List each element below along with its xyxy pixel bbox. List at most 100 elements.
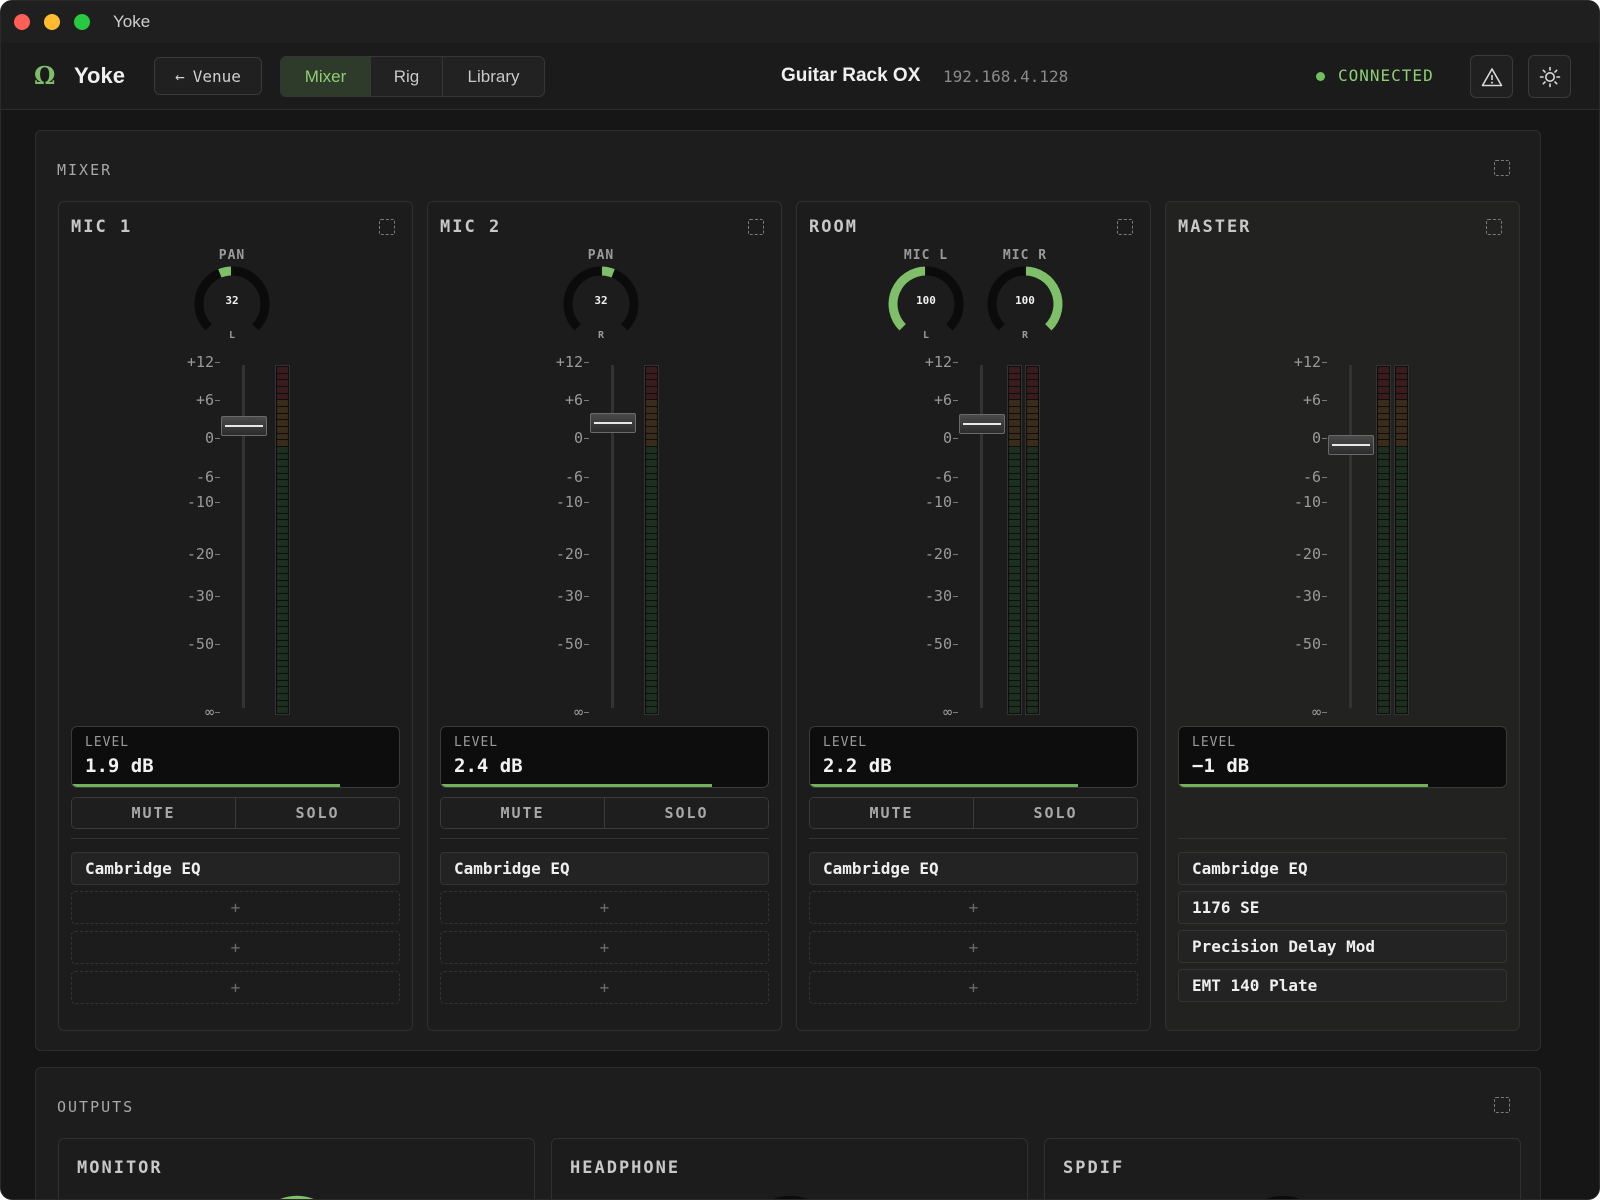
scale-tick: -20 [555,545,583,563]
plugin-slot[interactable]: Cambridge EQ [71,852,400,885]
pan-knob[interactable]: PAN 32 R [561,248,641,346]
level-display[interactable]: LEVEL 2.4 dB [440,726,769,788]
pan-knob[interactable]: MIC R 100 R [985,248,1065,346]
expand-channel-icon[interactable] [748,219,764,235]
mute-button[interactable]: MUTE [810,798,974,828]
pan-knob[interactable]: PAN 32 L [192,248,272,346]
plugin-slot[interactable]: Cambridge EQ [1178,852,1507,885]
fader-handle[interactable] [959,414,1005,435]
scale-tick-mark [953,477,958,478]
meter-segment [277,620,288,627]
mute-button[interactable]: MUTE [72,798,236,828]
level-meter [1376,365,1391,715]
tab-mixer[interactable]: Mixer [281,57,371,96]
meter-segment [1378,460,1389,467]
tab-library[interactable]: Library [443,57,544,96]
solo-button[interactable]: SOLO [974,798,1137,828]
meter-segment [277,613,288,620]
tab-rig[interactable]: Rig [371,57,443,96]
add-plugin-slot[interactable]: + [440,931,769,964]
meter-segment [1027,440,1038,447]
meter-segment [646,613,657,620]
meter-segment [1378,573,1389,580]
expand-channel-icon[interactable] [379,219,395,235]
meter-segment [1009,627,1020,633]
meter-segment [1009,687,1020,693]
plugin-slot[interactable]: 1176 SE [1178,891,1507,924]
level-bar [72,784,341,787]
mute-button[interactable]: MUTE [441,798,605,828]
meter-segment [1009,680,1020,687]
solo-button[interactable]: SOLO [236,798,399,828]
meter-segment [1027,687,1038,693]
fader-handle[interactable] [1328,434,1374,455]
meter-segment [646,500,657,507]
meter-segment [1027,500,1038,507]
fader-track[interactable] [1349,365,1352,708]
meter-segment [277,460,288,467]
add-plugin-slot[interactable]: + [71,971,400,1004]
meter-segment [1009,660,1020,667]
plugin-slot[interactable]: Cambridge EQ [809,852,1138,885]
meter-segment [1378,547,1389,553]
meter-segment [1378,693,1389,700]
scale-tick: -30 [186,587,214,605]
level-display[interactable]: LEVEL −1 dB [1178,726,1507,788]
meter-segment [1027,413,1038,420]
level-bar [441,784,713,787]
meter-segment [1009,427,1020,433]
fader-handle[interactable] [221,415,267,436]
theme-toggle-button[interactable] [1528,55,1571,98]
meter-segment [277,387,288,393]
scale-tick: -50 [924,635,952,653]
scale-tick-mark [1322,400,1327,401]
meter-segment [1009,460,1020,467]
output-knob-dial[interactable] [1238,1195,1328,1200]
main-tabs: Mixer Rig Library [280,56,545,97]
level-display[interactable]: LEVEL 2.2 dB [809,726,1138,788]
meter-segment [1378,480,1389,487]
meter-segment [277,533,288,540]
pan-knob[interactable]: MIC L 100 L [886,248,966,346]
plugin-slot[interactable]: Cambridge EQ [440,852,769,885]
channel-strip: MASTER +12 +6 0 -6 -10 -20 -30 -50 ∞ LEVEL −1 dB Cam… [1165,201,1520,1031]
add-plugin-slot[interactable]: + [71,931,400,964]
plugin-slot[interactable]: Precision Delay Mod [1178,930,1507,963]
expand-outputs-icon[interactable] [1494,1097,1510,1113]
meter-segment [1027,573,1038,580]
meter-segment [1009,447,1020,453]
meter-segment [277,540,288,547]
minimize-window-button[interactable] [44,14,60,30]
output-name: SPDIF [1063,1158,1125,1178]
meter-segment [646,627,657,633]
zoom-window-button[interactable] [74,14,90,30]
knob-label: PAN [218,248,246,263]
meter-segment [1009,693,1020,700]
back-to-venue-button[interactable]: ← Venue [154,57,262,95]
meter-segment [1396,620,1407,627]
fader-handle[interactable] [590,412,636,433]
meter-segment [277,520,288,527]
add-plugin-slot[interactable]: + [71,891,400,924]
alerts-button[interactable] [1470,55,1513,98]
close-window-button[interactable] [14,14,30,30]
solo-button[interactable]: SOLO [605,798,768,828]
expand-mixer-icon[interactable] [1494,160,1510,176]
expand-channel-icon[interactable] [1117,219,1133,235]
add-plugin-slot[interactable]: + [440,891,769,924]
meter-segment [646,693,657,700]
meter-segment [646,647,657,653]
add-plugin-slot[interactable]: + [809,931,1138,964]
output-knob-dial[interactable] [252,1195,342,1200]
add-plugin-slot[interactable]: + [440,971,769,1004]
level-display[interactable]: LEVEL 1.9 dB [71,726,400,788]
add-plugin-slot[interactable]: + [809,891,1138,924]
plugin-slot[interactable]: EMT 140 Plate [1178,969,1507,1002]
add-plugin-slot[interactable]: + [809,971,1138,1004]
meter-segment [646,573,657,580]
knob-label: MIC L [903,248,949,263]
meter-segment [1378,600,1389,607]
expand-channel-icon[interactable] [1486,219,1502,235]
level-meter [1394,365,1409,715]
output-knob-dial[interactable] [745,1195,835,1200]
